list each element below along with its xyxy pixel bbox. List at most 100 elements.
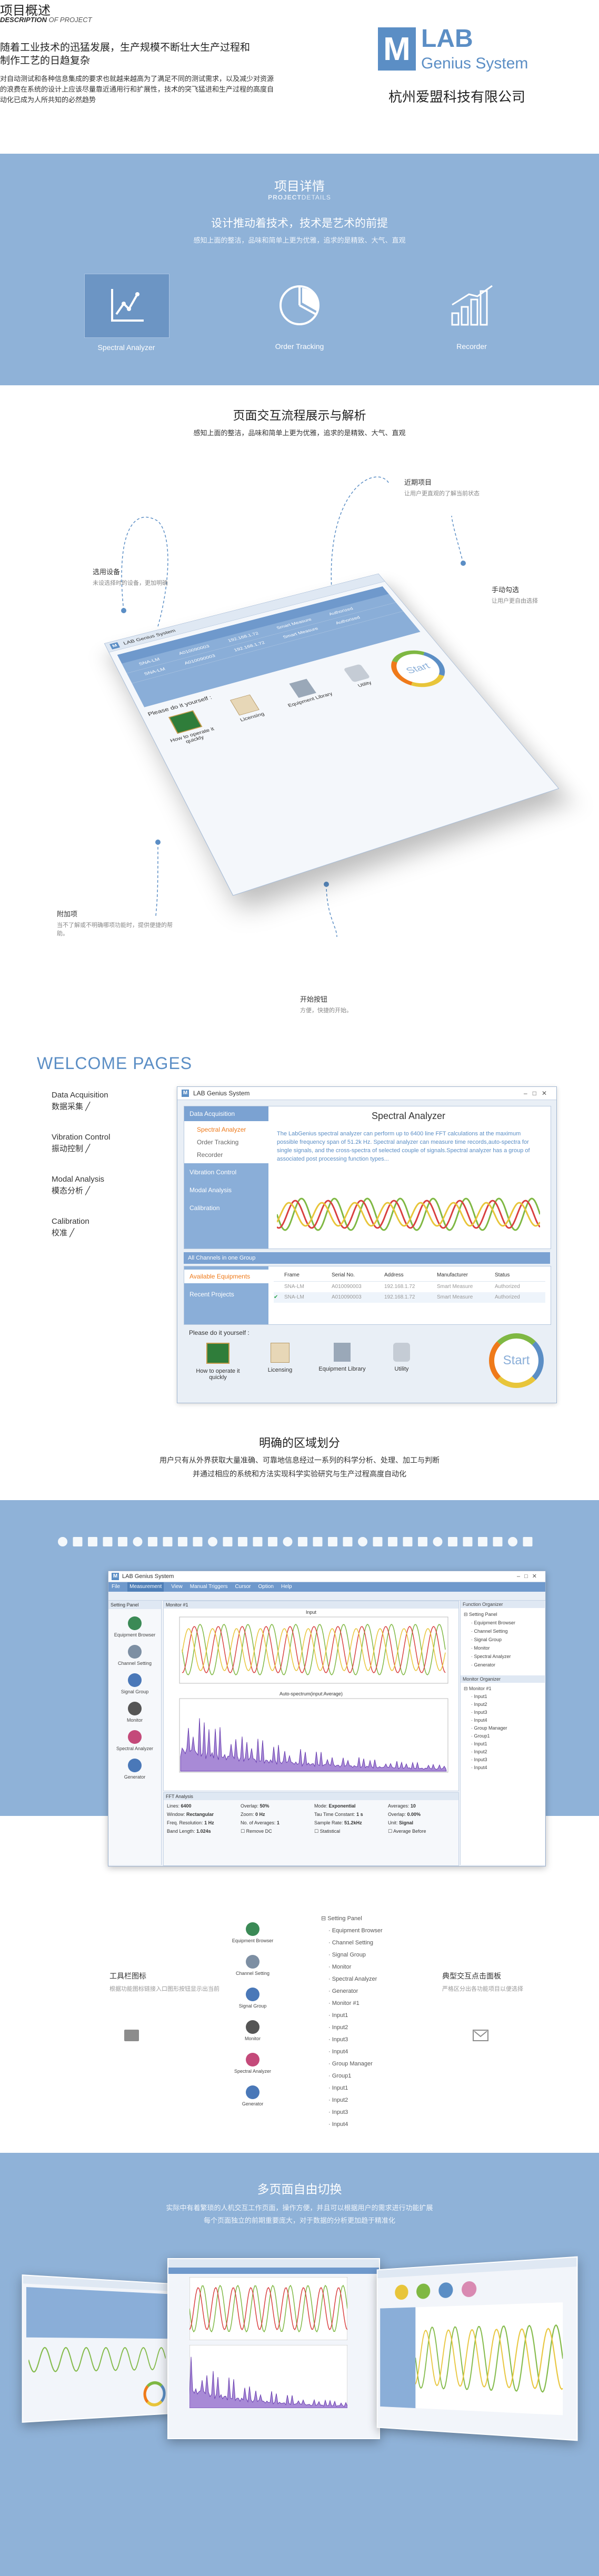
field-overlap2[interactable]: Overlap: 0.00% <box>388 1812 462 1817</box>
tool-spectral-analyzer[interactable]: Spectral Analyzer <box>226 2053 279 2074</box>
tool-equipment-browser[interactable]: Equipment Browser <box>226 1922 279 1943</box>
toolbar-icon[interactable] <box>253 1537 263 1546</box>
tile-utility[interactable]: Utility <box>386 1343 417 1381</box>
toolbar-icon[interactable] <box>493 1537 503 1546</box>
tool-monitor[interactable]: Monitor <box>108 1702 161 1723</box>
menu-help[interactable]: Help <box>281 1582 292 1592</box>
feature-recorder[interactable]: Recorder <box>430 274 514 358</box>
tool-channel-setting[interactable]: Channel Setting <box>226 1955 279 1976</box>
screenshot-launcher[interactable] <box>22 2274 171 2423</box>
field-overlap[interactable]: Overlap: 50% <box>241 1803 314 1809</box>
tree-item[interactable]: · Group1 <box>464 1732 542 1740</box>
tree-item[interactable]: · Input3 <box>464 1709 542 1716</box>
toolbar-icon[interactable] <box>58 1537 67 1546</box>
toolbar-icon[interactable] <box>163 1537 173 1546</box>
toolbar-icon[interactable] <box>508 1537 517 1546</box>
toolbar-icon[interactable] <box>328 1537 337 1546</box>
tree-item[interactable]: · Input4 <box>321 2046 416 2058</box>
window-controls[interactable]: –□✕ <box>517 1571 541 1582</box>
tree-item[interactable]: ⊟ Setting Panel <box>464 1610 542 1619</box>
toolbar-icon[interactable] <box>298 1537 307 1546</box>
tree-item[interactable]: · Input3 <box>321 2106 416 2119</box>
field-band[interactable]: Band Length: 1.024s <box>167 1829 241 1834</box>
tile-licensing[interactable]: Licensing <box>262 1343 298 1381</box>
tree-item[interactable]: · Spectral Analyzer <box>464 1652 542 1661</box>
tree-item[interactable]: · Monitor <box>464 1644 542 1652</box>
toolbar-icon[interactable] <box>193 1537 203 1546</box>
nav-modal-analysis[interactable]: Modal Analysis <box>184 1181 268 1199</box>
row-check[interactable] <box>274 1282 284 1292</box>
tile-licensing[interactable]: Licensing <box>220 692 283 741</box>
toolbar-icon[interactable] <box>283 1537 293 1546</box>
tree-item[interactable]: · Channel Setting <box>321 1937 416 1949</box>
nav-recorder[interactable]: Recorder <box>184 1149 268 1161</box>
check-remove-dc[interactable]: ☐ Remove DC <box>241 1829 314 1834</box>
tile-equipment-library[interactable]: Equipment Library <box>275 675 346 724</box>
tree-item[interactable]: · Group1 <box>321 2070 416 2082</box>
toolbar-icon[interactable] <box>463 1537 473 1546</box>
tree-item[interactable]: · Monitor <box>321 1961 416 1973</box>
tree-item[interactable]: · Group Manager <box>321 2058 416 2070</box>
toolbar-icon[interactable] <box>313 1537 323 1546</box>
start-button[interactable]: Start <box>489 1333 544 1388</box>
toolbar-icon[interactable] <box>523 1537 533 1546</box>
field-lines[interactable]: Lines: 6400 <box>167 1803 241 1809</box>
table-row[interactable]: SNA-LM A010090003 192.168.1.72 Smart Mea… <box>274 1282 545 1292</box>
toolbar-icon[interactable] <box>148 1537 157 1546</box>
tile-quick-guide[interactable]: How to operate it quickly <box>156 707 227 760</box>
toolbar-icon[interactable] <box>208 1537 217 1546</box>
check-statistical[interactable]: ☐ Statistical <box>314 1829 388 1834</box>
tree-item[interactable]: · Input2 <box>464 1748 542 1756</box>
toolbar-icon[interactable] <box>178 1537 187 1546</box>
toolbar-icon[interactable] <box>448 1537 457 1546</box>
tree-item[interactable]: · Input3 <box>464 1756 542 1764</box>
tree-item[interactable]: · Input4 <box>464 1764 542 1772</box>
screenshot-analyzer[interactable] <box>376 2256 578 2441</box>
menu-cursor[interactable]: Cursor <box>235 1582 251 1592</box>
available-equipments[interactable]: Available Equipments <box>184 1270 268 1283</box>
feature-spectral-analyzer[interactable]: Spectral Analyzer <box>84 274 169 358</box>
nav-spectral-analyzer[interactable]: Spectral Analyzer <box>184 1123 268 1136</box>
tree-item[interactable]: · Input1 <box>464 1740 542 1748</box>
nav-calibration[interactable]: Calibration <box>184 1199 268 1217</box>
menu-option[interactable]: Option <box>258 1582 273 1592</box>
window-controls[interactable]: –□✕ <box>524 1087 552 1100</box>
table-row[interactable]: ✔ SNA-LM A010090003 192.168.1.72 Smart M… <box>274 1292 545 1303</box>
field-tau[interactable]: Tau Time Constant: 1 s <box>314 1812 388 1817</box>
menu-file[interactable]: File <box>112 1582 120 1592</box>
toolbar-icon[interactable] <box>358 1537 367 1546</box>
tool-signal-group[interactable]: Signal Group <box>226 1988 279 2009</box>
tree-item[interactable]: · Signal Group <box>464 1635 542 1644</box>
toolbar-icon[interactable] <box>133 1537 143 1546</box>
tree-item[interactable]: ⊟ Setting Panel <box>321 1913 416 1925</box>
toolbar-icon[interactable] <box>388 1537 397 1546</box>
tree-item[interactable]: · Input1 <box>321 2010 416 2022</box>
tree-item[interactable]: · Input2 <box>321 2022 416 2034</box>
toolbar-icon[interactable] <box>118 1537 127 1546</box>
recent-projects[interactable]: Recent Projects <box>184 1286 268 1302</box>
tree-item[interactable]: · Generator <box>321 1985 416 1998</box>
toolbar-icon[interactable] <box>223 1537 233 1546</box>
tree-item[interactable]: · Input1 <box>464 1693 542 1701</box>
tool-generator[interactable]: Generator <box>108 1759 161 1780</box>
toolbar-icon[interactable] <box>403 1537 413 1546</box>
toolbar-icon[interactable] <box>418 1537 427 1546</box>
toolbar-icon[interactable] <box>433 1537 443 1546</box>
tree-item[interactable]: · Input4 <box>464 1716 542 1724</box>
feature-order-tracking[interactable]: Order Tracking <box>257 274 342 358</box>
nav-vibration-control[interactable]: Vibration Control <box>184 1163 268 1181</box>
tool-generator[interactable]: Generator <box>226 2085 279 2106</box>
group-bar[interactable]: All Channels in one Group <box>184 1252 550 1264</box>
field-window[interactable]: Window: Rectangular <box>167 1812 241 1817</box>
field-averages[interactable]: Averages: 10 <box>388 1803 462 1809</box>
field-zoom[interactable]: Zoom: 0 Hz <box>241 1812 314 1817</box>
tool-monitor[interactable]: Monitor <box>226 2020 279 2041</box>
menu-measurement[interactable]: Measurement <box>127 1582 164 1592</box>
toolbar-icon[interactable] <box>238 1537 247 1546</box>
tree-item[interactable]: · Equipment Browser <box>464 1619 542 1627</box>
tree-item[interactable]: · Equipment Browser <box>321 1925 416 1937</box>
tree-item[interactable]: · Input3 <box>321 2034 416 2046</box>
tree-item[interactable]: · Input1 <box>321 2082 416 2094</box>
toolbar-icon[interactable] <box>343 1537 353 1546</box>
tile-utility[interactable]: Utility <box>335 662 394 706</box>
